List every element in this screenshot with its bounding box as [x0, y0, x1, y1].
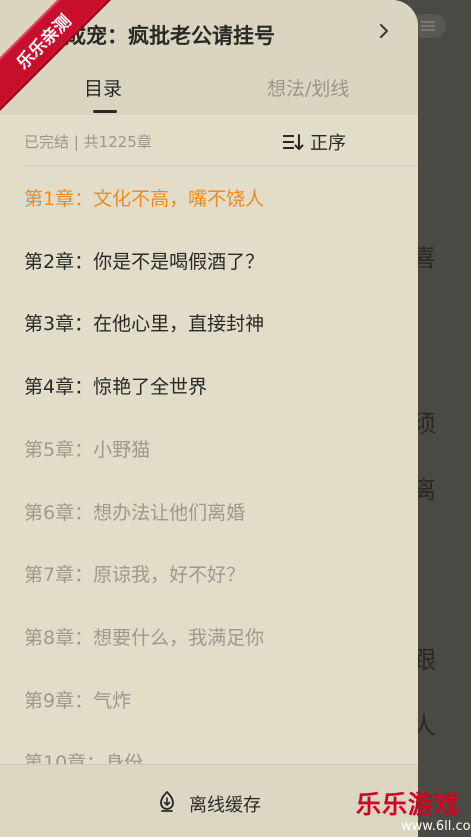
chapter-item-current[interactable]: 第1章：文化不高，嘴不饶人 — [24, 179, 264, 219]
site-watermark: 乐乐游戏 www.6ll.com — [356, 785, 471, 837]
chapter-item[interactable]: 第9章：气炸 — [24, 681, 131, 721]
chapter-list[interactable]: 第1章：文化不高，嘴不饶人 第2章：你是不是喝假酒了？ 第3章：在他心里，直接封… — [0, 166, 418, 764]
chapter-item[interactable]: 第3章：在他心里，直接封神 — [24, 304, 264, 344]
sort-order-label: 正序 — [310, 133, 346, 154]
chapter-item[interactable]: 第6章：想办法让他们离婚 — [24, 493, 245, 533]
watermark-url: www.6ll.com — [401, 819, 471, 834]
corner-ribbon: 乐乐亲测 — [0, 0, 130, 130]
chapter-item[interactable]: 第7章：原谅我，好不好？ — [24, 555, 245, 595]
offline-cache-label: 离线缓存 — [189, 794, 261, 816]
watermark-text: 乐乐游戏 — [356, 790, 461, 819]
tab-notes-highlights[interactable]: 想法/划线 — [267, 74, 349, 101]
chapter-item[interactable]: 第4章：惊艳了全世界 — [24, 367, 207, 407]
download-icon — [155, 789, 179, 818]
chapter-item[interactable]: 第8章：想要什么，我满足你 — [24, 618, 264, 658]
offline-cache-button[interactable]: 离线缓存 — [155, 789, 261, 818]
ribbon-label: 乐乐亲测 — [0, 0, 124, 122]
sort-order-button[interactable]: 正序 — [282, 128, 346, 156]
sort-icon — [282, 132, 304, 152]
chapter-item[interactable]: 第5章：小野猫 — [24, 430, 150, 470]
chevron-right-icon[interactable] — [378, 22, 390, 45]
chapter-item[interactable]: 第2章：你是不是喝假酒了？ — [24, 242, 264, 282]
book-status: 已完结 | 共1225章 — [24, 133, 152, 151]
chapter-item[interactable]: 第10章：身份 — [24, 743, 143, 764]
